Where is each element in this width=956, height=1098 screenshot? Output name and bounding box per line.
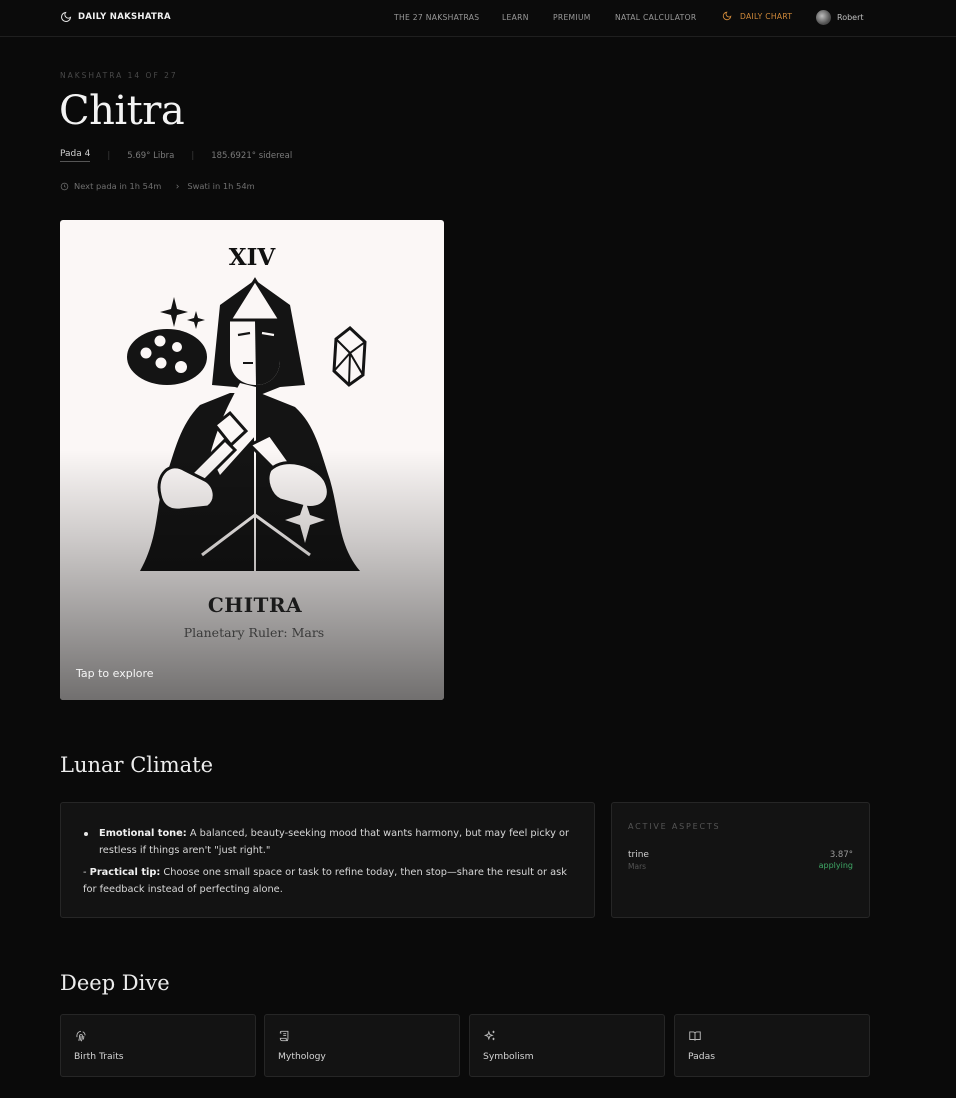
user-menu[interactable]: Robert xyxy=(816,10,864,25)
emotional-tone-item: Emotional tone: A balanced, beauty-seeki… xyxy=(83,825,572,859)
position-meta: Pada 4 | 5.69° Libra | 185.6921° siderea… xyxy=(60,149,292,162)
zodiac-position: 5.69° Libra xyxy=(127,150,175,161)
user-name: Robert xyxy=(837,13,864,22)
nakshatra-card[interactable]: XIV CHITRA Planetary Ruler: Mars Tap to … xyxy=(60,220,444,700)
top-nav: DAILY NAKSHATRA THE 27 NAKSHATRAS LEARN … xyxy=(0,0,956,37)
emotional-tone-label: Emotional tone: xyxy=(99,828,187,839)
book-open-icon xyxy=(689,1031,701,1041)
aspects-heading: ACTIVE ASPECTS xyxy=(628,822,721,831)
divider: | xyxy=(107,150,111,161)
sparkles-icon xyxy=(483,1030,495,1041)
nakshatra-index: NAKSHATRA 14 OF 27 xyxy=(60,71,178,80)
next-nakshatra: Swati in 1h 54m xyxy=(187,181,255,191)
practical-tip-label: Practical tip: xyxy=(89,867,161,878)
brand-link[interactable]: DAILY NAKSHATRA xyxy=(60,11,171,23)
chevron-right-icon xyxy=(176,183,180,189)
aspect-orb: 3.87° xyxy=(829,850,853,860)
deep-dive-birth-traits[interactable]: Birth Traits xyxy=(60,1014,256,1077)
timing-row: Next pada in 1h 54m Swati in 1h 54m xyxy=(60,181,255,191)
page-title: Chitra xyxy=(59,88,185,134)
deep-dive-label: Birth Traits xyxy=(74,1051,124,1062)
avatar xyxy=(816,10,831,25)
lunar-climate-panel: Emotional tone: A balanced, beauty-seeki… xyxy=(60,802,595,918)
moon-icon xyxy=(722,11,732,21)
card-title: CHITRA xyxy=(207,593,303,617)
deep-dive-symbolism[interactable]: Symbolism xyxy=(469,1014,665,1077)
deep-dive-mythology[interactable]: Mythology xyxy=(264,1014,460,1077)
aspect-state: applying xyxy=(818,861,853,870)
card-ruler: Planetary Ruler: Mars xyxy=(183,625,325,640)
nav-link-learn[interactable]: LEARN xyxy=(502,13,529,22)
scroll-icon xyxy=(279,1030,289,1042)
moon-icon xyxy=(61,11,72,22)
practical-tip: - Practical tip: Choose one small space … xyxy=(83,864,572,898)
aspect-planet: Mars xyxy=(628,862,647,871)
tap-to-explore: Tap to explore xyxy=(76,667,154,680)
deep-dive-padas[interactable]: Padas xyxy=(674,1014,870,1077)
aspect-type: trine xyxy=(628,850,649,860)
next-pada: Next pada in 1h 54m xyxy=(74,181,162,191)
card-roman-numeral: XIV xyxy=(228,244,276,271)
nav-link-natal-calculator[interactable]: NATAL CALCULATOR xyxy=(615,13,696,22)
fingerprint-icon xyxy=(76,1030,86,1042)
nav-link-premium[interactable]: PREMIUM xyxy=(553,13,591,22)
nav-link-nakshatras[interactable]: THE 27 NAKSHATRAS xyxy=(394,13,479,22)
sidereal-position: 185.6921° sidereal xyxy=(211,150,293,161)
brand-name: DAILY NAKSHATRA xyxy=(78,12,171,22)
nav-link-daily-chart[interactable]: DAILY CHART xyxy=(722,11,792,21)
section-heading-deep-dive: Deep Dive xyxy=(60,971,170,995)
clock-icon xyxy=(60,182,69,190)
pada-label: Pada 4 xyxy=(60,149,91,162)
chitra-illustration xyxy=(127,277,367,571)
active-aspects-panel: ACTIVE ASPECTS trine Mars 3.87° applying xyxy=(611,802,870,918)
deep-dive-label: Mythology xyxy=(278,1051,326,1062)
deep-dive-label: Symbolism xyxy=(483,1051,534,1062)
deep-dive-label: Padas xyxy=(688,1051,716,1062)
section-heading-lunar-climate: Lunar Climate xyxy=(60,753,214,777)
daily-chart-label: DAILY CHART xyxy=(740,11,793,21)
tip-prefix: - xyxy=(83,867,90,878)
divider: | xyxy=(191,150,195,161)
